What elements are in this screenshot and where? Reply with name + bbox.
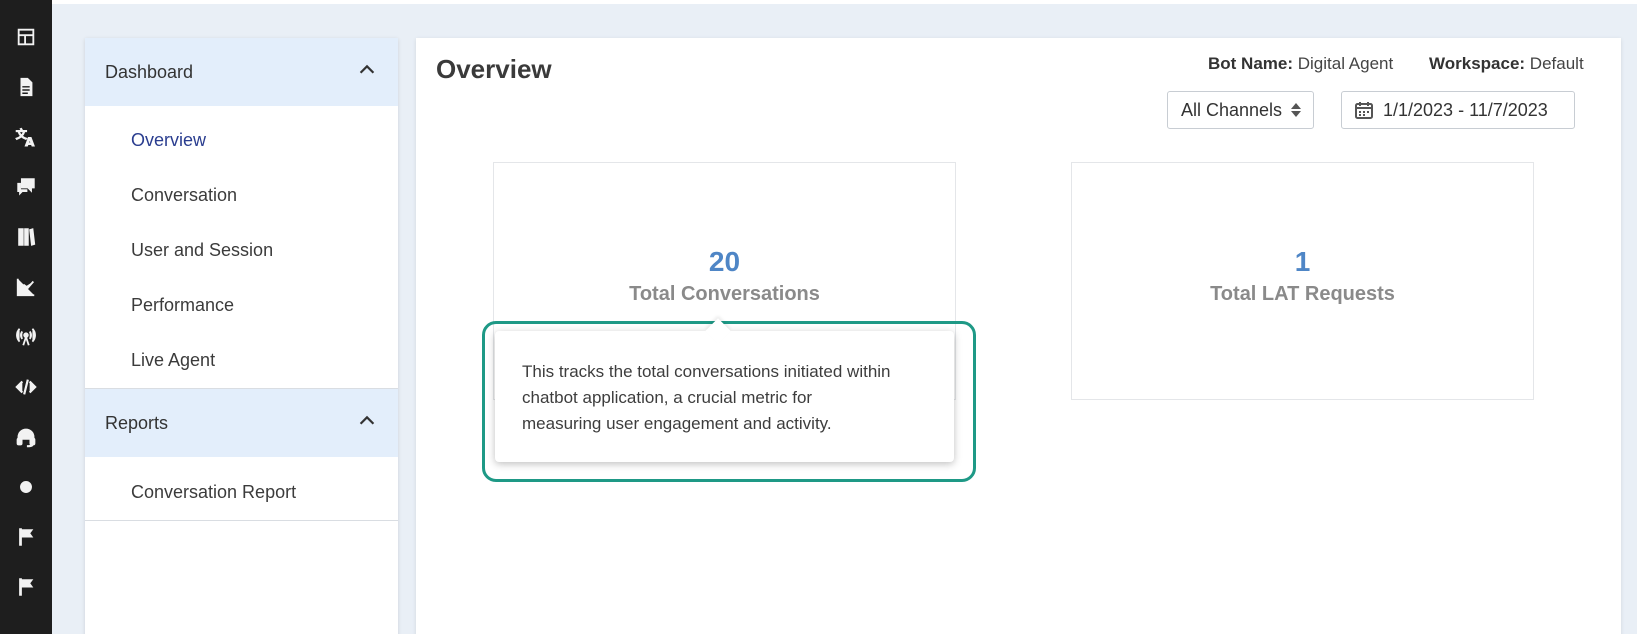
date-range-value: 1/1/2023 - 11/7/2023 xyxy=(1383,99,1548,120)
calendar-icon xyxy=(1354,100,1374,120)
sidebar-item-user-and-session[interactable]: User and Session xyxy=(131,240,273,261)
library-icon[interactable] xyxy=(13,224,39,250)
chevron-up-icon[interactable] xyxy=(356,59,378,86)
top-strip xyxy=(52,0,1637,4)
analytics-icon[interactable] xyxy=(13,274,39,300)
bot-name-label: Bot Name: xyxy=(1208,54,1294,73)
headset-icon[interactable] xyxy=(13,424,39,450)
workspace-meta: Workspace: Default xyxy=(1429,54,1584,74)
date-range-picker[interactable]: 1/1/2023 - 11/7/2023 xyxy=(1341,91,1575,129)
sidebar: Dashboard Overview Conversation User and… xyxy=(85,38,398,634)
bot-name-meta: Bot Name: Digital Agent xyxy=(1208,54,1393,74)
sidebar-item-conversation[interactable]: Conversation xyxy=(131,185,237,206)
tooltip-text-line-1: This tracks the total conversations init… xyxy=(522,362,891,381)
total-lat-requests-value: 1 xyxy=(1294,246,1311,277)
flag-icon[interactable] xyxy=(13,574,39,600)
dashboard-section-label: Dashboard xyxy=(105,61,194,82)
chat-icon[interactable] xyxy=(13,174,39,200)
total-conversations-label: Total Conversations xyxy=(629,283,820,305)
sidebar-item-live-agent[interactable]: Live Agent xyxy=(131,350,215,371)
flag-icon[interactable] xyxy=(13,524,39,550)
workspace-value: Default xyxy=(1529,54,1584,73)
document-icon[interactable] xyxy=(13,74,39,100)
chevron-up-icon[interactable] xyxy=(356,410,378,437)
divider xyxy=(85,520,398,521)
broadcast-icon[interactable] xyxy=(13,324,39,350)
page-title: Overview xyxy=(436,54,552,84)
reports-section-label: Reports xyxy=(105,412,169,433)
channel-select[interactable]: All Channels xyxy=(1167,91,1314,129)
tooltip-text-line-2: chatbot application, a crucial metric fo… xyxy=(522,388,813,407)
icon-rail: 文A xyxy=(0,0,52,634)
total-lat-requests-label: Total LAT Requests xyxy=(1210,283,1395,305)
reports-section-header[interactable]: Reports xyxy=(85,389,398,457)
dashboard-section-header[interactable]: Dashboard xyxy=(85,38,398,106)
tooltip-text-line-3: measuring user engagement and activity. xyxy=(522,414,832,433)
channel-select-value: All Channels xyxy=(1181,99,1283,120)
tooltip: This tracks the total conversations init… xyxy=(495,331,954,462)
svg-text:A: A xyxy=(25,135,35,148)
sidebar-item-overview[interactable]: Overview xyxy=(131,130,206,151)
translate-icon[interactable]: 文A xyxy=(13,124,39,150)
sidebar-item-performance[interactable]: Performance xyxy=(131,295,234,316)
bot-name-value: Digital Agent xyxy=(1297,54,1394,73)
code-icon[interactable] xyxy=(13,374,39,400)
total-conversations-value: 20 xyxy=(708,246,741,277)
dot-icon[interactable] xyxy=(13,474,39,500)
total-lat-requests-card[interactable]: 1 Total LAT Requests xyxy=(1071,162,1534,400)
layout-icon[interactable] xyxy=(13,24,39,50)
sort-icon xyxy=(1290,101,1302,119)
workspace-label: Workspace: xyxy=(1429,54,1526,73)
sidebar-item-conversation-report[interactable]: Conversation Report xyxy=(131,482,296,503)
